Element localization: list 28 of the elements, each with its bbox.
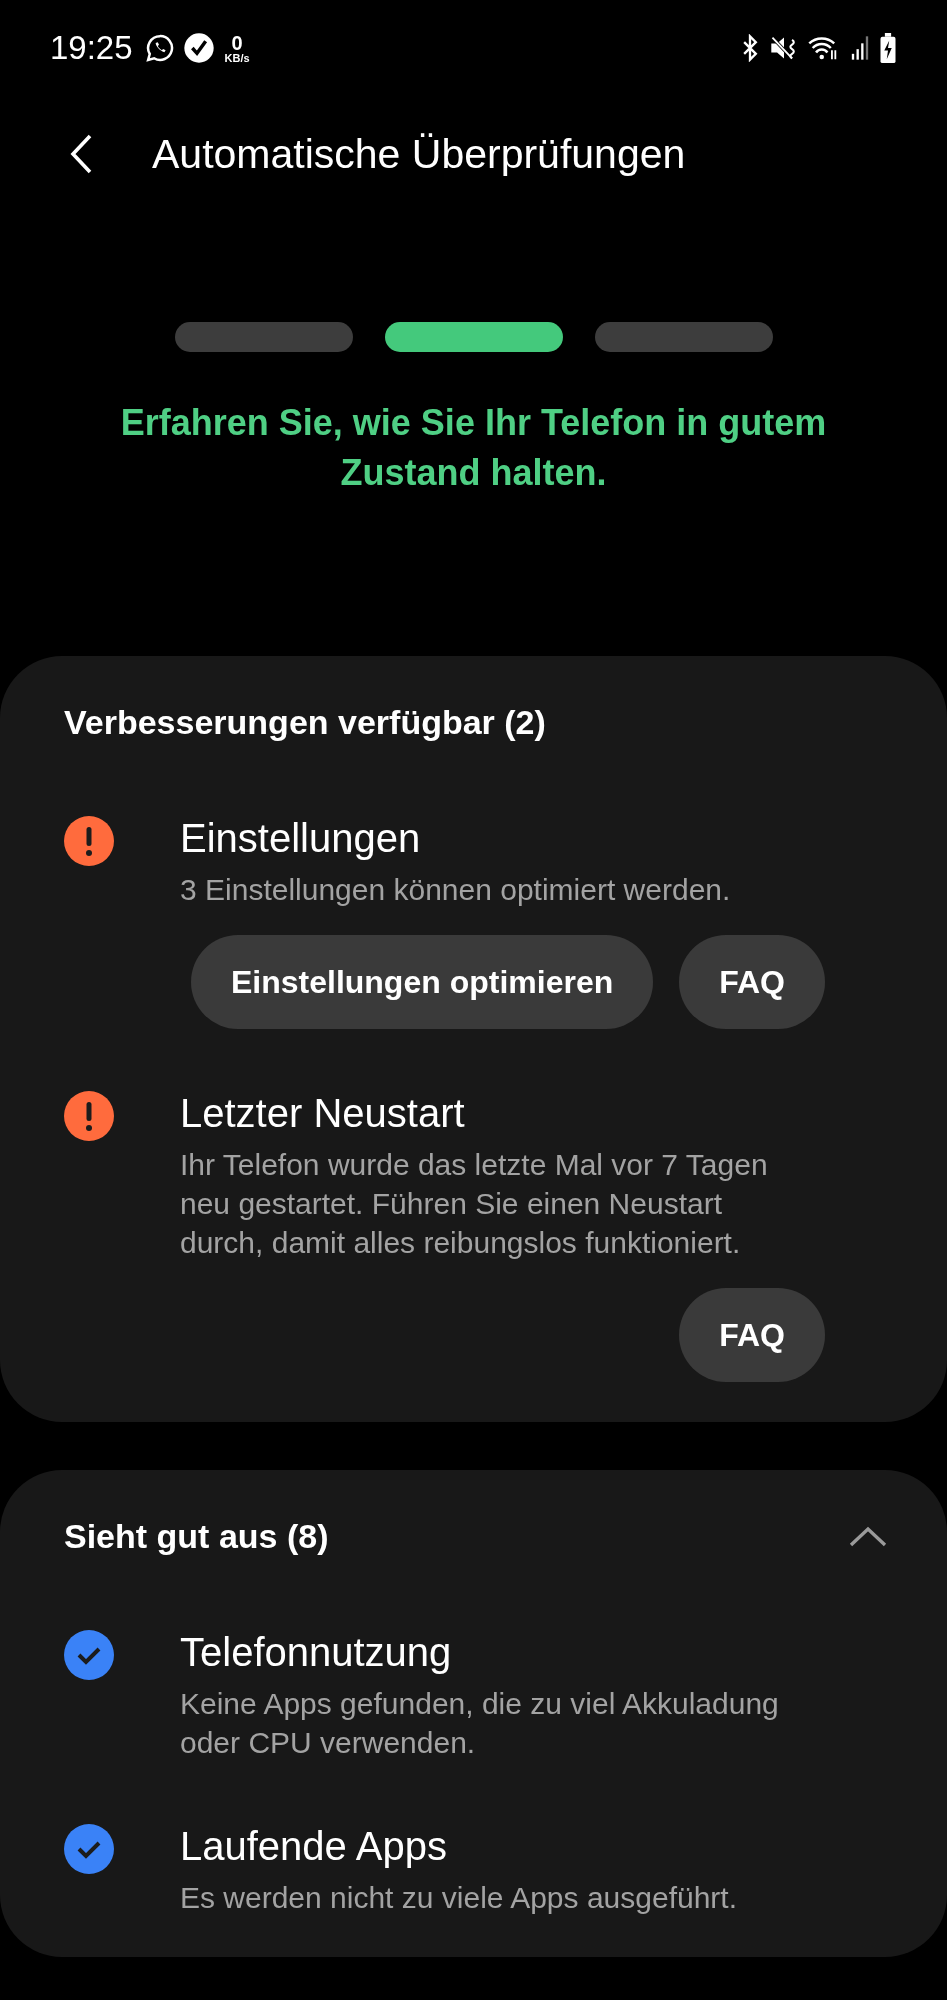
- check-circle-icon: [182, 32, 215, 64]
- data-speed-value: 0: [231, 32, 243, 53]
- action-button[interactable]: FAQ: [679, 935, 825, 1029]
- item-description: Ihr Telefon wurde das letzte Mal vor 7 Tagen neu gestartet. Führen Sie einen Neustart durch, damit alles reibungslos funktioniert.: [180, 1147, 769, 1261]
- data-speed-unit: KB/s: [224, 52, 250, 64]
- action-button[interactable]: FAQ: [679, 1288, 825, 1382]
- chat-icon: [144, 33, 175, 63]
- item-title: Einstellungen: [180, 815, 422, 862]
- item-description: Keine Apps gefunden, die zu viel Akkuladung oder CPU verwenden.: [180, 1686, 780, 1761]
- action-button[interactable]: Einstellungen optimieren: [190, 935, 654, 1029]
- checkmark-icon: [64, 1630, 114, 1680]
- checkmark-icon: [64, 1824, 114, 1874]
- item-description: 3 Einstellungen können optimiert werden.: [180, 872, 732, 908]
- screen-title: Automatische Überprüfungen: [152, 130, 686, 178]
- item-description: Es werden nicht zu viele Apps ausgeführt.: [180, 1880, 738, 1916]
- signal-icon: [849, 34, 871, 62]
- warning-icon: [64, 816, 114, 866]
- section-title: Verbesserungen verfügbar (2): [64, 702, 546, 742]
- chevron-icon[interactable]: [849, 1525, 887, 1547]
- section-title: Sieht gut aus (8): [64, 1516, 329, 1556]
- status-time: 19:25: [50, 29, 133, 67]
- battery-charging-icon: [879, 33, 897, 63]
- back-icon[interactable]: [68, 133, 94, 175]
- intro-text: Erfahren Sie, wie Sie Ihr Telefon in gutem Zustand halten.: [119, 401, 828, 495]
- item-title: Letzter Neustart: [180, 1090, 466, 1137]
- warning-icon: [64, 1091, 114, 1141]
- item-title: Telefonnutzung: [180, 1629, 453, 1676]
- item-title: Laufende Apps: [180, 1823, 448, 1870]
